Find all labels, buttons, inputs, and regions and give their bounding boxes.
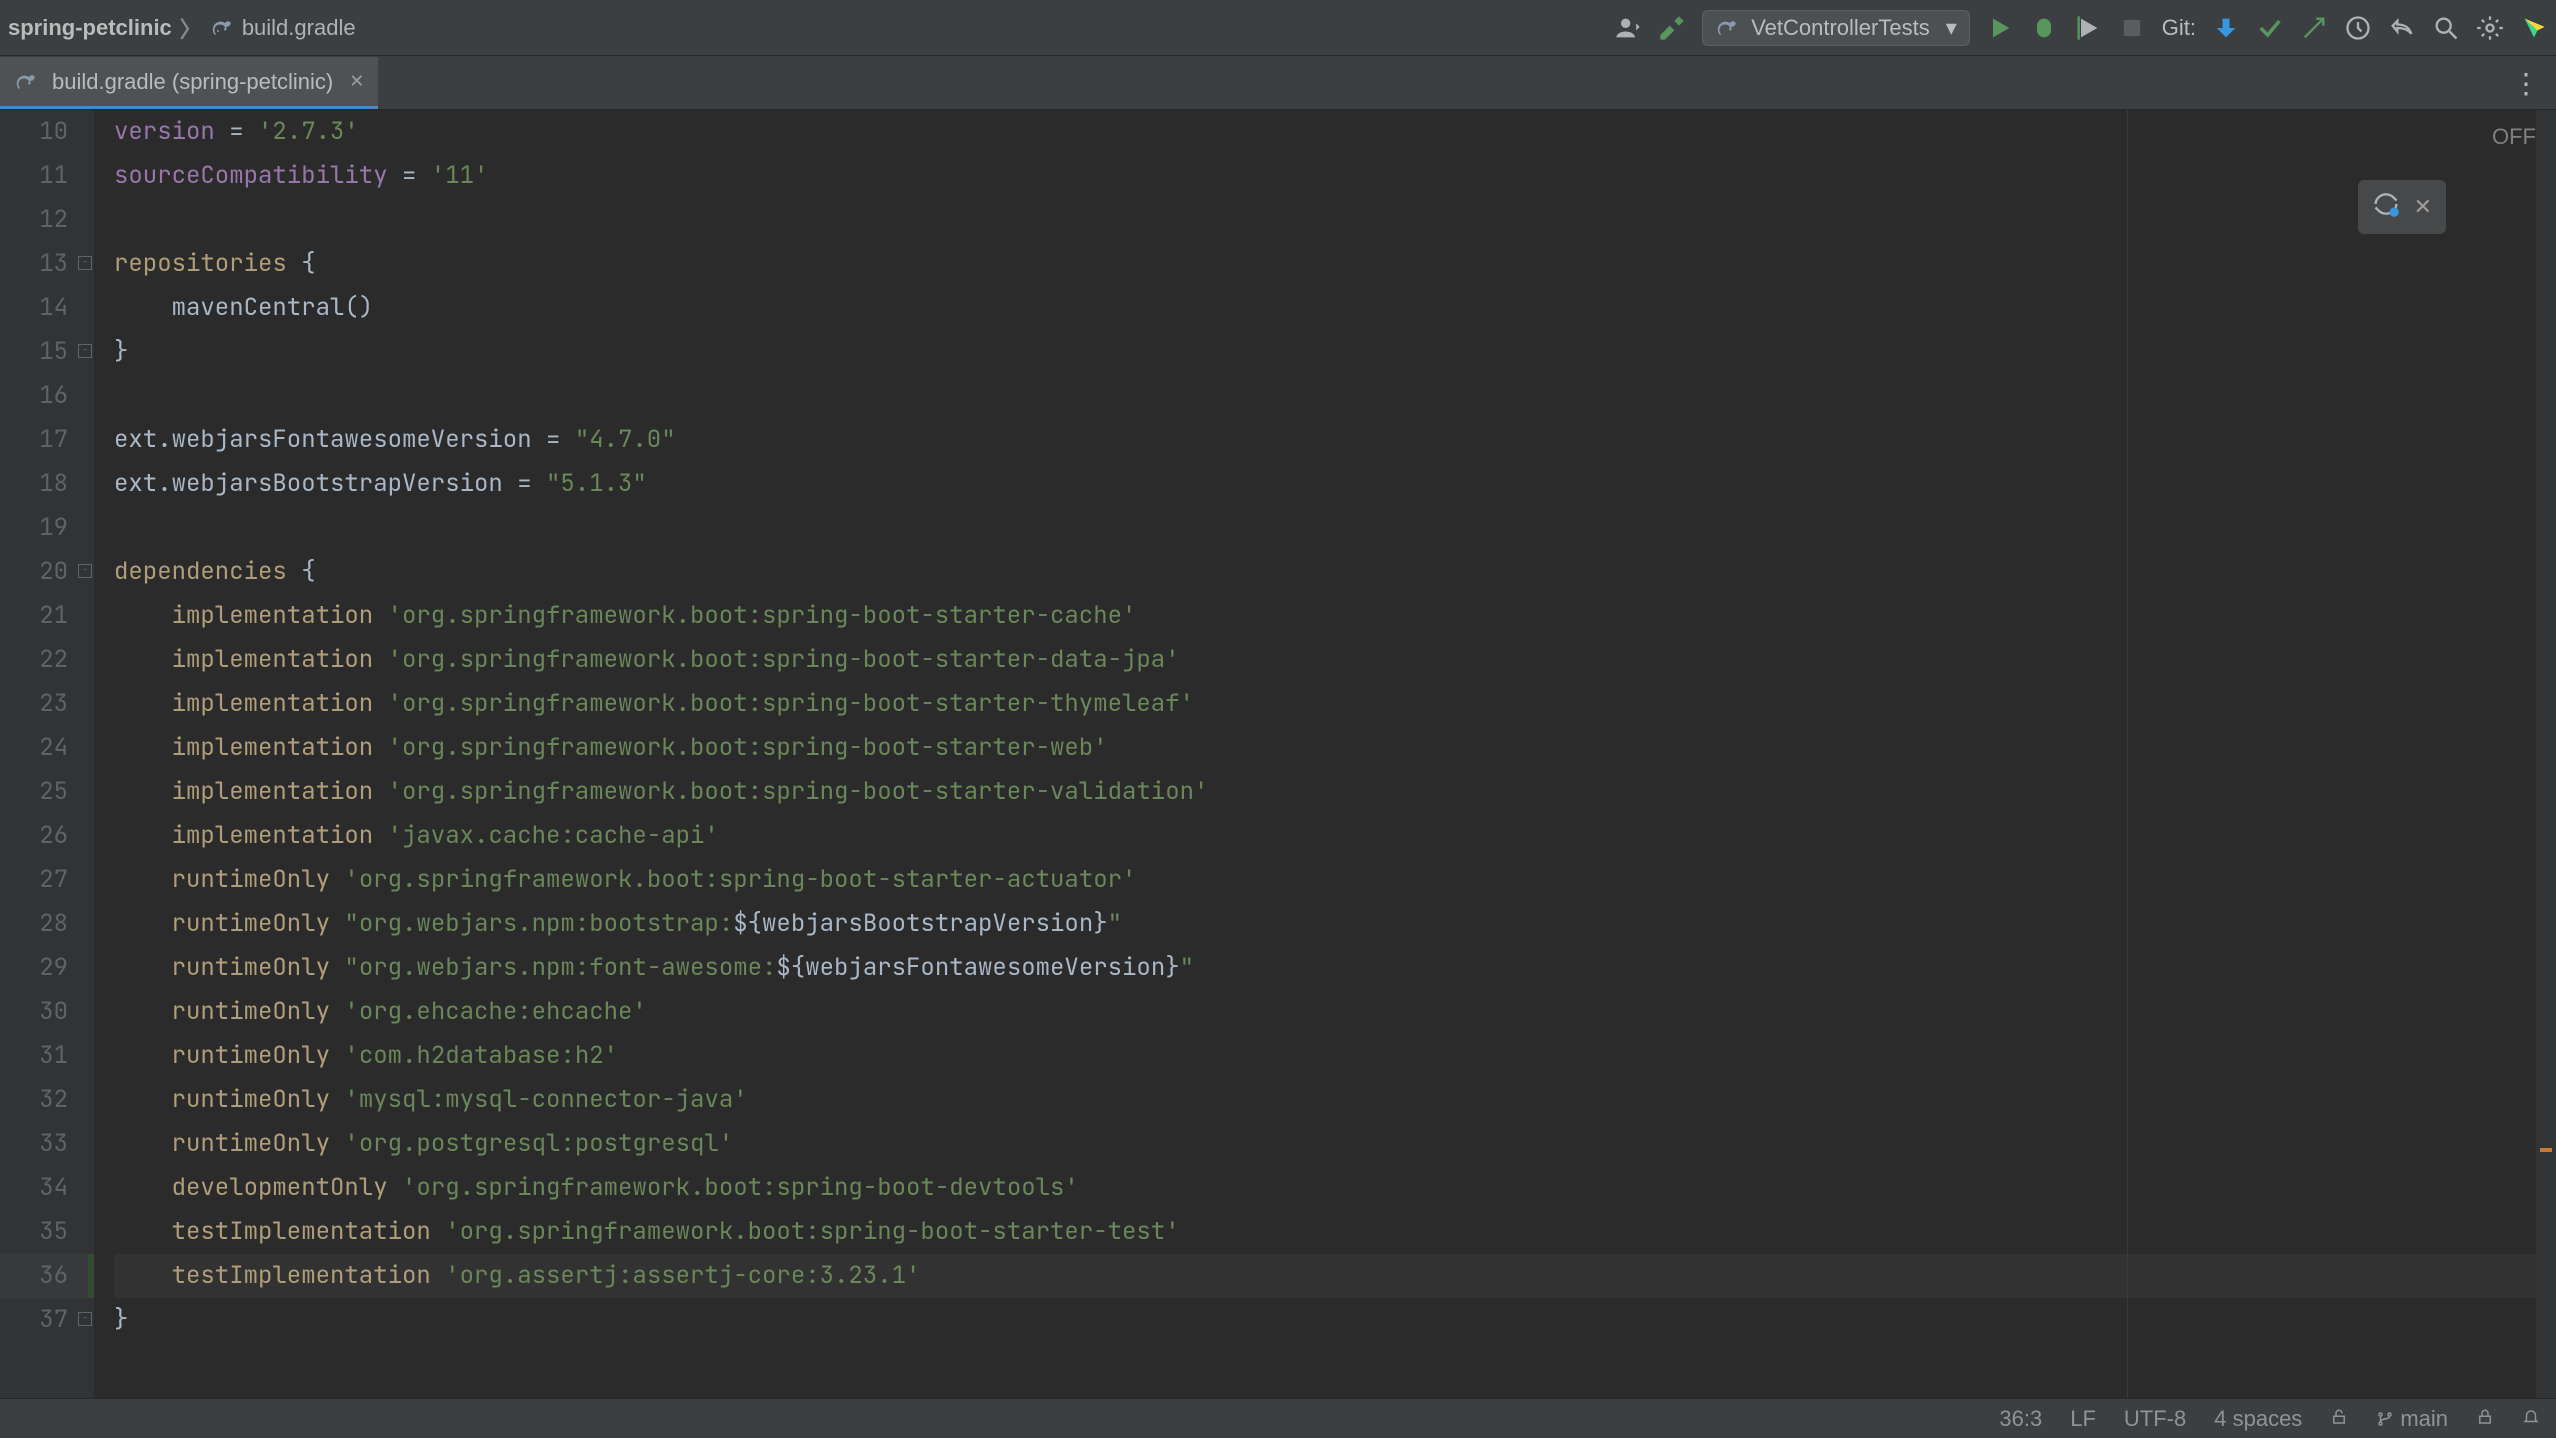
sync-icon[interactable]	[2372, 190, 2400, 224]
stop-icon[interactable]	[2118, 14, 2146, 42]
tab-label: build.gradle (spring-petclinic)	[52, 69, 333, 95]
chevron-down-icon: ▾	[1946, 15, 1957, 41]
code-line[interactable]: implementation 'javax.cache:cache-api'	[114, 814, 2556, 858]
code-line[interactable]: }	[114, 330, 2556, 374]
lock-icon[interactable]	[2476, 1406, 2494, 1432]
update-project-icon[interactable]	[2212, 14, 2240, 42]
editor-tabs: build.gradle (spring-petclinic) ✕ ⋮	[0, 56, 2556, 110]
push-icon[interactable]	[2300, 14, 2328, 42]
run-config-label: VetControllerTests	[1751, 15, 1930, 41]
code-line[interactable]: testImplementation 'org.springframework.…	[114, 1210, 2556, 1254]
code-line[interactable]: implementation 'org.springframework.boot…	[114, 638, 2556, 682]
code-with-me-icon[interactable]	[1614, 14, 1642, 42]
settings-icon[interactable]	[2476, 14, 2504, 42]
close-tab-icon[interactable]: ✕	[349, 71, 364, 92]
code-line[interactable]: runtimeOnly 'org.ehcache:ehcache'	[114, 990, 2556, 1034]
code-line[interactable]: developmentOnly 'org.springframework.boo…	[114, 1166, 2556, 1210]
ide-logo-icon[interactable]	[2520, 14, 2548, 42]
margin-guide	[2127, 110, 2128, 1398]
code-line[interactable]: runtimeOnly 'org.postgresql:postgresql'	[114, 1122, 2556, 1166]
code-line[interactable]: runtimeOnly 'mysql:mysql-connector-java'	[114, 1078, 2556, 1122]
line-separator[interactable]: LF	[2070, 1406, 2096, 1432]
code-line[interactable]: runtimeOnly 'com.h2database:h2'	[114, 1034, 2556, 1078]
run-icon[interactable]	[1986, 14, 2014, 42]
code-line[interactable]	[114, 198, 2556, 242]
commit-icon[interactable]	[2256, 14, 2284, 42]
gradle-icon	[1715, 16, 1739, 40]
editor-tab-active[interactable]: build.gradle (spring-petclinic) ✕	[0, 57, 378, 109]
fold-marker[interactable]: −	[78, 1312, 92, 1326]
code-line[interactable]: mavenCentral()	[114, 286, 2556, 330]
editor-area: 10111213−1415−1617181920−212223242526272…	[0, 110, 2556, 1398]
code-line[interactable]: testImplementation 'org.assertj:assertj-…	[114, 1254, 2556, 1298]
code-line[interactable]: runtimeOnly "org.webjars.npm:bootstrap:$…	[114, 902, 2556, 946]
code-line[interactable]: implementation 'org.springframework.boot…	[114, 682, 2556, 726]
floating-action-badge[interactable]: ✕	[2358, 180, 2446, 234]
branch-widget[interactable]: main	[2376, 1406, 2448, 1432]
search-everywhere-icon[interactable]	[2432, 14, 2460, 42]
notifications-icon[interactable]	[2522, 1406, 2540, 1432]
code-line[interactable]: implementation 'org.springframework.boot…	[114, 726, 2556, 770]
marker[interactable]	[2540, 1148, 2552, 1152]
run-config-selector[interactable]: VetControllerTests ▾	[1702, 10, 1970, 46]
code-line[interactable]: runtimeOnly "org.webjars.npm:font-awesom…	[114, 946, 2556, 990]
gradle-icon	[14, 70, 38, 94]
code-line[interactable]: implementation 'org.springframework.boot…	[114, 594, 2556, 638]
code-line[interactable]: repositories {	[114, 242, 2556, 286]
code-line[interactable]	[114, 506, 2556, 550]
rollback-icon[interactable]	[2388, 14, 2416, 42]
git-label: Git:	[2162, 15, 2196, 41]
close-badge-icon[interactable]: ✕	[2414, 194, 2432, 220]
navigation-bar: spring-petclinic 〉 build.gradle VetContr…	[0, 0, 2556, 56]
caret-position[interactable]: 36:3	[1999, 1406, 2042, 1432]
breadcrumb-separator: 〉	[180, 12, 202, 44]
code-line[interactable]: sourceCompatibility = '11'	[114, 154, 2556, 198]
code-area[interactable]: version = '2.7.3'sourceCompatibility = '…	[94, 110, 2556, 1398]
code-line[interactable]: }	[114, 1298, 2556, 1342]
project-name[interactable]: spring-petclinic	[8, 15, 172, 41]
debug-icon[interactable]	[2030, 14, 2058, 42]
reader-mode-off-label[interactable]: OFF	[2492, 124, 2536, 150]
encoding[interactable]: UTF-8	[2124, 1406, 2186, 1432]
breadcrumb-file[interactable]: build.gradle	[242, 15, 356, 41]
history-icon[interactable]	[2344, 14, 2372, 42]
toolbar-right: VetControllerTests ▾ Git:	[1614, 10, 2548, 46]
right-margin-strip[interactable]	[2536, 110, 2556, 1398]
status-bar: 36:3 LF UTF-8 4 spaces main	[0, 1398, 2556, 1438]
coverage-icon[interactable]	[2074, 14, 2102, 42]
indent[interactable]: 4 spaces	[2214, 1406, 2302, 1432]
code-line[interactable]	[114, 374, 2556, 418]
readonly-icon[interactable]	[2330, 1406, 2348, 1432]
gutter[interactable]: 10111213−1415−1617181920−212223242526272…	[0, 110, 94, 1398]
build-hammer-icon[interactable]	[1658, 14, 1686, 42]
tab-more-icon[interactable]: ⋮	[2512, 67, 2540, 100]
code-line[interactable]: dependencies {	[114, 550, 2556, 594]
code-line[interactable]: runtimeOnly 'org.springframework.boot:sp…	[114, 858, 2556, 902]
gradle-icon	[210, 16, 234, 40]
code-line[interactable]: implementation 'org.springframework.boot…	[114, 770, 2556, 814]
breadcrumb[interactable]: spring-petclinic 〉 build.gradle	[8, 12, 356, 44]
code-line[interactable]: version = '2.7.3'	[114, 110, 2556, 154]
code-line[interactable]: ext.webjarsFontawesomeVersion = "4.7.0"	[114, 418, 2556, 462]
code-line[interactable]: ext.webjarsBootstrapVersion = "5.1.3"	[114, 462, 2556, 506]
